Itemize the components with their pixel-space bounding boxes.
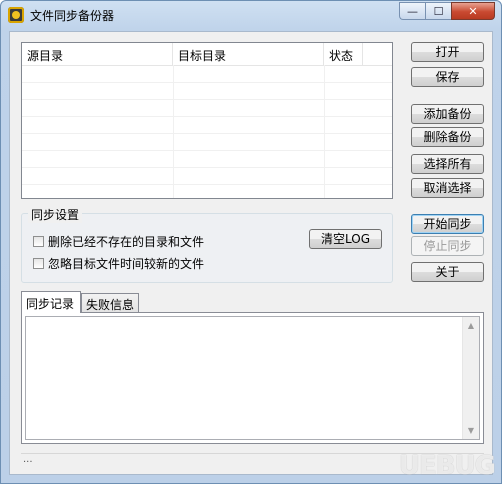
open-button[interactable]: 打开 <box>411 42 484 62</box>
list-gridline <box>22 150 392 151</box>
app-icon[interactable] <box>8 7 24 23</box>
client-area: 源目录 目标目录 状态 打开 保存 添加备份 删除备份 选择所有 取消选择 开始… <box>9 31 493 475</box>
column-header-status[interactable]: 状态 <box>324 43 363 65</box>
delete-backup-button[interactable]: 删除备份 <box>411 127 484 147</box>
watermark-logo: UEBUG <box>398 451 496 481</box>
main-window: 文件同步备份器 — ☐ ✕ 源目录 目标目录 状态 打开 保存 添加备份 删除备… <box>0 0 502 484</box>
list-gridline <box>22 82 392 83</box>
caption-buttons: — ☐ ✕ <box>399 2 495 20</box>
tab-sync-log[interactable]: 同步记录 <box>21 291 81 313</box>
log-tab-panel: ▲ ▼ <box>21 312 484 444</box>
sync-settings-title: 同步设置 <box>28 206 83 223</box>
list-gridline <box>22 133 392 134</box>
maximize-button[interactable]: ☐ <box>425 2 451 20</box>
close-icon: ✕ <box>468 4 478 18</box>
list-gridline <box>22 167 392 168</box>
list-gridline <box>22 116 392 117</box>
backup-list[interactable]: 源目录 目标目录 状态 <box>21 42 393 199</box>
column-header-source[interactable]: 源目录 <box>22 43 173 65</box>
ignore-newer-checkbox[interactable] <box>33 258 44 269</box>
save-button[interactable]: 保存 <box>411 67 484 87</box>
delete-missing-label[interactable]: 删除已经不存在的目录和文件 <box>48 233 204 250</box>
delete-missing-checkbox[interactable] <box>33 236 44 247</box>
list-gridline <box>22 184 392 185</box>
ignore-newer-option[interactable]: 忽略目标文件时间较新的文件 <box>33 255 204 272</box>
minimize-icon: — <box>407 4 418 18</box>
list-gridline <box>22 99 392 100</box>
deselect-button[interactable]: 取消选择 <box>411 178 484 198</box>
add-backup-button[interactable]: 添加备份 <box>411 104 484 124</box>
maximize-icon: ☐ <box>433 4 444 18</box>
select-all-button[interactable]: 选择所有 <box>411 154 484 174</box>
stop-sync-button[interactable]: 停止同步 <box>411 236 484 256</box>
clear-log-button[interactable]: 清空LOG <box>309 229 382 249</box>
sync-settings-group: 同步设置 删除已经不存在的目录和文件 忽略目标文件时间较新的文件 清空LOG <box>21 206 393 283</box>
title-bar[interactable]: 文件同步备份器 — ☐ ✕ <box>1 1 501 29</box>
ignore-newer-label[interactable]: 忽略目标文件时间较新的文件 <box>48 255 204 272</box>
scroll-down-icon[interactable]: ▼ <box>463 422 479 439</box>
list-divider <box>173 65 174 198</box>
log-output[interactable]: ▲ ▼ <box>25 316 480 440</box>
start-sync-button[interactable]: 开始同步 <box>411 214 484 234</box>
minimize-button[interactable]: — <box>399 2 425 20</box>
about-button[interactable]: 关于 <box>411 262 484 282</box>
close-button[interactable]: ✕ <box>451 2 495 20</box>
log-scrollbar[interactable]: ▲ ▼ <box>462 317 479 439</box>
column-header-target[interactable]: 目标目录 <box>173 43 324 65</box>
list-header: 源目录 目标目录 状态 <box>22 43 392 66</box>
window-title: 文件同步备份器 <box>30 9 115 23</box>
delete-missing-option[interactable]: 删除已经不存在的目录和文件 <box>33 233 204 250</box>
status-text: ... <box>23 454 33 465</box>
list-body[interactable] <box>22 65 392 198</box>
tab-fail-info[interactable]: 失败信息 <box>81 293 139 312</box>
scroll-up-icon[interactable]: ▲ <box>463 317 479 334</box>
list-divider <box>324 65 325 198</box>
